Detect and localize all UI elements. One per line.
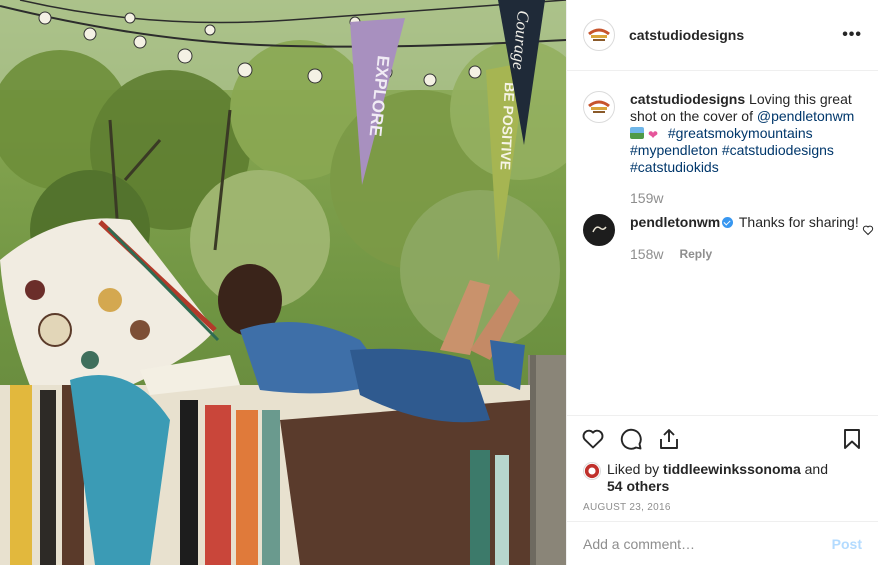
pendleton-logo-icon	[585, 216, 613, 244]
caption-time[interactable]: 159w	[630, 190, 663, 207]
caption-author-avatar[interactable]	[583, 91, 615, 123]
like-comment-heart-icon[interactable]	[862, 224, 874, 236]
comment-time[interactable]: 158w	[630, 246, 663, 263]
hashtag-line-2[interactable]: #mypendleton #catstudiodesigns	[630, 142, 834, 158]
author-username[interactable]: catstudiodesigns	[629, 27, 744, 43]
post-sidebar: catstudiodesigns ••• catstudiodesigns Lo…	[566, 0, 878, 565]
comment-bubble-icon[interactable]	[619, 427, 643, 451]
commenter-username[interactable]: pendletonwm	[630, 214, 720, 230]
liker-username[interactable]: tiddleewinkssonoma	[663, 461, 801, 477]
tiddleewinks-logo-icon	[584, 463, 600, 479]
liker-avatar[interactable]	[583, 462, 601, 480]
likes-middle: and	[800, 461, 828, 477]
action-bar	[567, 416, 878, 461]
comment-text: Thanks for sharing!	[738, 214, 859, 230]
comment-row: pendletonwm Thanks for sharing! 158w Rep…	[583, 214, 874, 263]
comments-list: catstudiodesigns Loving this great shot …	[567, 71, 878, 263]
photo-illustration: EXPLORE BE POSITIVE Courage	[0, 0, 566, 565]
caption-body: catstudiodesigns Loving this great shot …	[630, 91, 862, 207]
comment-meta: 158w Reply	[630, 246, 862, 263]
catstudio-logo-icon	[585, 93, 613, 121]
caption-comment: catstudiodesigns Loving this great shot …	[583, 87, 862, 207]
post-date[interactable]: AUGUST 23, 2016	[567, 502, 878, 513]
hashtag-line-3[interactable]: #catstudiokids	[630, 159, 719, 175]
like-heart-icon[interactable]	[581, 427, 605, 451]
post-photo[interactable]: EXPLORE BE POSITIVE Courage	[0, 0, 566, 565]
reply-button[interactable]: Reply	[679, 246, 712, 263]
caption-meta: 159w	[630, 190, 862, 207]
post-header: catstudiodesigns •••	[567, 0, 878, 71]
catstudio-logo-icon	[585, 21, 613, 49]
bookmark-icon[interactable]	[840, 427, 864, 451]
post-actions-section: Liked by tiddleewinkssonoma and 54 other…	[567, 415, 878, 513]
comment-body: pendletonwm Thanks for sharing! 158w Rep…	[630, 214, 874, 263]
more-options-icon[interactable]: •••	[842, 26, 862, 44]
commenter-avatar[interactable]	[583, 214, 615, 246]
verified-badge-icon	[722, 217, 734, 228]
mention-link[interactable]: @pendletonwm	[757, 108, 855, 124]
sparkling-heart-emoji-icon: ❤	[648, 128, 659, 142]
caption-username[interactable]: catstudiodesigns	[630, 91, 745, 107]
author-avatar[interactable]	[583, 19, 615, 51]
picture-emoji-icon	[630, 127, 644, 139]
post-button[interactable]: Post	[832, 536, 862, 552]
likes-others-link[interactable]: 54 others	[607, 478, 669, 494]
comment-input[interactable]	[583, 535, 832, 552]
likes-text: Liked by tiddleewinkssonoma and 54 other…	[607, 461, 828, 495]
likes-prefix: Liked by	[607, 461, 664, 477]
share-icon[interactable]	[657, 427, 681, 451]
add-comment-bar: Post	[567, 521, 878, 565]
hashtag-line-1[interactable]: #greatsmokymountains	[668, 125, 813, 141]
instagram-post: EXPLORE BE POSITIVE Courage catstudiodes…	[0, 0, 878, 565]
likes-summary: Liked by tiddleewinkssonoma and 54 other…	[567, 461, 878, 495]
